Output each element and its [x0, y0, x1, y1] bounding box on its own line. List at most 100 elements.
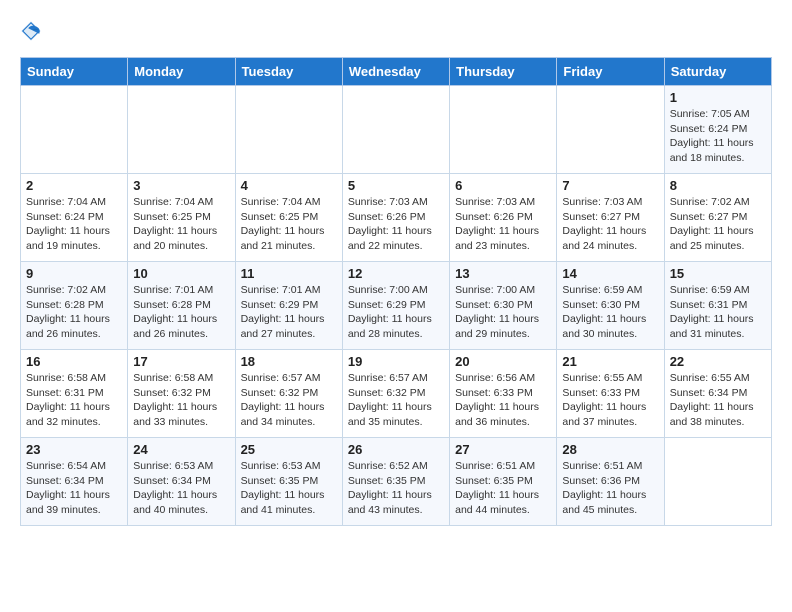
calendar-cell: 2 Sunrise: 7:04 AM Sunset: 6:24 PM Daylig…	[21, 174, 128, 262]
day-number: 23	[26, 442, 122, 457]
weekday-header-saturday: Saturday	[664, 58, 771, 86]
day-info: Sunrise: 7:00 AM Sunset: 6:29 PM Dayligh…	[348, 283, 444, 342]
day-number: 1	[670, 90, 766, 105]
day-info: Sunrise: 7:01 AM Sunset: 6:28 PM Dayligh…	[133, 283, 229, 342]
day-info: Sunrise: 6:59 AM Sunset: 6:31 PM Dayligh…	[670, 283, 766, 342]
calendar-cell: 4 Sunrise: 7:04 AM Sunset: 6:25 PM Daylig…	[235, 174, 342, 262]
day-number: 19	[348, 354, 444, 369]
day-number: 3	[133, 178, 229, 193]
logo-icon	[20, 20, 42, 42]
calendar-cell: 15 Sunrise: 6:59 AM Sunset: 6:31 PM Dayli…	[664, 262, 771, 350]
weekday-header-tuesday: Tuesday	[235, 58, 342, 86]
weekday-header-sunday: Sunday	[21, 58, 128, 86]
day-number: 8	[670, 178, 766, 193]
calendar-cell: 14 Sunrise: 6:59 AM Sunset: 6:30 PM Dayli…	[557, 262, 664, 350]
calendar-cell: 6 Sunrise: 7:03 AM Sunset: 6:26 PM Daylig…	[450, 174, 557, 262]
calendar-cell: 3 Sunrise: 7:04 AM Sunset: 6:25 PM Daylig…	[128, 174, 235, 262]
day-number: 12	[348, 266, 444, 281]
calendar-cell	[235, 86, 342, 174]
day-number: 28	[562, 442, 658, 457]
calendar-cell: 21 Sunrise: 6:55 AM Sunset: 6:33 PM Dayli…	[557, 350, 664, 438]
calendar-body: 1 Sunrise: 7:05 AM Sunset: 6:24 PM Daylig…	[21, 86, 772, 526]
calendar-cell: 10 Sunrise: 7:01 AM Sunset: 6:28 PM Dayli…	[128, 262, 235, 350]
calendar-cell: 22 Sunrise: 6:55 AM Sunset: 6:34 PM Dayli…	[664, 350, 771, 438]
day-number: 20	[455, 354, 551, 369]
day-number: 27	[455, 442, 551, 457]
calendar-cell: 28 Sunrise: 6:51 AM Sunset: 6:36 PM Dayli…	[557, 438, 664, 526]
calendar-cell	[128, 86, 235, 174]
day-number: 11	[241, 266, 337, 281]
day-info: Sunrise: 6:51 AM Sunset: 6:36 PM Dayligh…	[562, 459, 658, 518]
day-info: Sunrise: 6:55 AM Sunset: 6:34 PM Dayligh…	[670, 371, 766, 430]
day-number: 15	[670, 266, 766, 281]
calendar-week-row: 1 Sunrise: 7:05 AM Sunset: 6:24 PM Daylig…	[21, 86, 772, 174]
calendar-cell: 19 Sunrise: 6:57 AM Sunset: 6:32 PM Dayli…	[342, 350, 449, 438]
calendar-week-row: 16 Sunrise: 6:58 AM Sunset: 6:31 PM Dayli…	[21, 350, 772, 438]
calendar-week-row: 9 Sunrise: 7:02 AM Sunset: 6:28 PM Daylig…	[21, 262, 772, 350]
day-info: Sunrise: 6:55 AM Sunset: 6:33 PM Dayligh…	[562, 371, 658, 430]
day-number: 9	[26, 266, 122, 281]
day-number: 2	[26, 178, 122, 193]
calendar-cell: 7Sunrise: 7:03 AM Sunset: 6:27 PM Daylig…	[557, 174, 664, 262]
day-info: Sunrise: 6:58 AM Sunset: 6:31 PM Dayligh…	[26, 371, 122, 430]
weekday-header-thursday: Thursday	[450, 58, 557, 86]
day-number: 14	[562, 266, 658, 281]
day-info: Sunrise: 6:53 AM Sunset: 6:35 PM Dayligh…	[241, 459, 337, 518]
calendar-cell	[557, 86, 664, 174]
calendar-table: SundayMondayTuesdayWednesdayThursdayFrid…	[20, 57, 772, 526]
day-info: Sunrise: 7:05 AM Sunset: 6:24 PM Dayligh…	[670, 107, 766, 166]
weekday-header-monday: Monday	[128, 58, 235, 86]
calendar-cell: 18 Sunrise: 6:57 AM Sunset: 6:32 PM Dayli…	[235, 350, 342, 438]
calendar-cell: 9 Sunrise: 7:02 AM Sunset: 6:28 PM Daylig…	[21, 262, 128, 350]
day-info: Sunrise: 6:59 AM Sunset: 6:30 PM Dayligh…	[562, 283, 658, 342]
day-info: Sunrise: 7:04 AM Sunset: 6:25 PM Dayligh…	[241, 195, 337, 254]
day-info: Sunrise: 7:04 AM Sunset: 6:25 PM Dayligh…	[133, 195, 229, 254]
calendar-cell: 26 Sunrise: 6:52 AM Sunset: 6:35 PM Dayli…	[342, 438, 449, 526]
calendar-cell: 24 Sunrise: 6:53 AM Sunset: 6:34 PM Dayli…	[128, 438, 235, 526]
day-number: 25	[241, 442, 337, 457]
calendar-cell: 5 Sunrise: 7:03 AM Sunset: 6:26 PM Daylig…	[342, 174, 449, 262]
day-number: 22	[670, 354, 766, 369]
day-info: Sunrise: 6:58 AM Sunset: 6:32 PM Dayligh…	[133, 371, 229, 430]
day-info: Sunrise: 6:57 AM Sunset: 6:32 PM Dayligh…	[241, 371, 337, 430]
calendar-cell: 1 Sunrise: 7:05 AM Sunset: 6:24 PM Daylig…	[664, 86, 771, 174]
calendar-cell: 20Sunrise: 6:56 AM Sunset: 6:33 PM Dayli…	[450, 350, 557, 438]
day-info: Sunrise: 7:00 AM Sunset: 6:30 PM Dayligh…	[455, 283, 551, 342]
day-info: Sunrise: 6:53 AM Sunset: 6:34 PM Dayligh…	[133, 459, 229, 518]
day-number: 24	[133, 442, 229, 457]
day-info: Sunrise: 7:03 AM Sunset: 6:26 PM Dayligh…	[455, 195, 551, 254]
weekday-header-wednesday: Wednesday	[342, 58, 449, 86]
calendar-cell: 27Sunrise: 6:51 AM Sunset: 6:35 PM Dayli…	[450, 438, 557, 526]
calendar-cell: 25 Sunrise: 6:53 AM Sunset: 6:35 PM Dayli…	[235, 438, 342, 526]
day-number: 17	[133, 354, 229, 369]
day-number: 7	[562, 178, 658, 193]
weekday-row: SundayMondayTuesdayWednesdayThursdayFrid…	[21, 58, 772, 86]
calendar-cell	[342, 86, 449, 174]
calendar-cell: 13 Sunrise: 7:00 AM Sunset: 6:30 PM Dayli…	[450, 262, 557, 350]
day-info: Sunrise: 7:01 AM Sunset: 6:29 PM Dayligh…	[241, 283, 337, 342]
calendar-cell: 17 Sunrise: 6:58 AM Sunset: 6:32 PM Dayli…	[128, 350, 235, 438]
day-info: Sunrise: 6:57 AM Sunset: 6:32 PM Dayligh…	[348, 371, 444, 430]
day-info: Sunrise: 6:52 AM Sunset: 6:35 PM Dayligh…	[348, 459, 444, 518]
day-number: 13	[455, 266, 551, 281]
day-info: Sunrise: 7:03 AM Sunset: 6:26 PM Dayligh…	[348, 195, 444, 254]
weekday-header-friday: Friday	[557, 58, 664, 86]
calendar-cell	[450, 86, 557, 174]
logo	[20, 20, 46, 47]
day-number: 21	[562, 354, 658, 369]
day-number: 26	[348, 442, 444, 457]
page-header	[20, 20, 772, 47]
day-number: 16	[26, 354, 122, 369]
day-number: 5	[348, 178, 444, 193]
day-number: 18	[241, 354, 337, 369]
day-info: Sunrise: 7:02 AM Sunset: 6:28 PM Dayligh…	[26, 283, 122, 342]
calendar-header: SundayMondayTuesdayWednesdayThursdayFrid…	[21, 58, 772, 86]
calendar-week-row: 23 Sunrise: 6:54 AM Sunset: 6:34 PM Dayli…	[21, 438, 772, 526]
calendar-cell: 8Sunrise: 7:02 AM Sunset: 6:27 PM Daylig…	[664, 174, 771, 262]
calendar-week-row: 2 Sunrise: 7:04 AM Sunset: 6:24 PM Daylig…	[21, 174, 772, 262]
day-number: 4	[241, 178, 337, 193]
day-number: 6	[455, 178, 551, 193]
day-number: 10	[133, 266, 229, 281]
day-info: Sunrise: 7:04 AM Sunset: 6:24 PM Dayligh…	[26, 195, 122, 254]
day-info: Sunrise: 6:54 AM Sunset: 6:34 PM Dayligh…	[26, 459, 122, 518]
